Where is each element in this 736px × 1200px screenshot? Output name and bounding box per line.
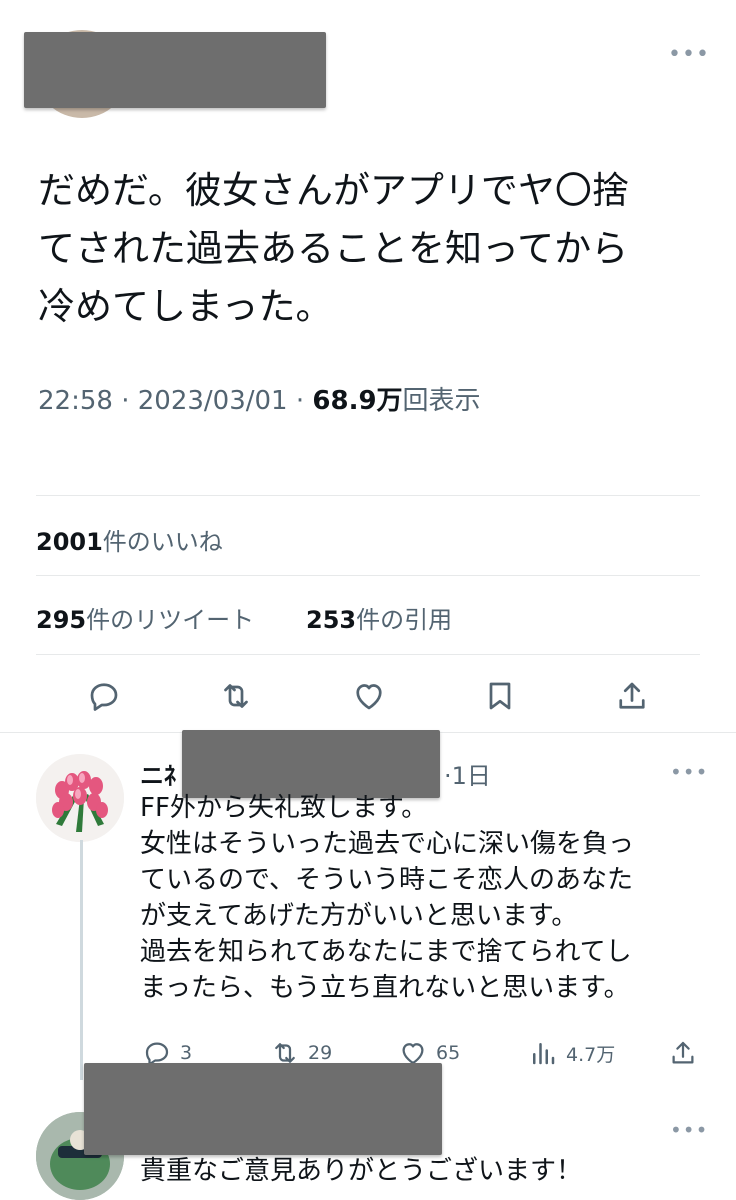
reply-text-line: まったら、もう立ち直れないと思います。 bbox=[140, 973, 630, 1003]
next-reply-text: 貴重なご意見ありがとうございます！ bbox=[140, 1156, 583, 1186]
reply-share-button[interactable] bbox=[668, 1038, 698, 1068]
like-icon[interactable] bbox=[351, 678, 387, 714]
analytics-icon bbox=[533, 1043, 555, 1065]
bookmark-icon[interactable] bbox=[482, 678, 518, 714]
quotes-label: 件の引用 bbox=[356, 606, 453, 634]
divider bbox=[36, 575, 700, 576]
tweet-text-line: だめだ。彼女さんがアプリでヤ〇捨 bbox=[38, 169, 629, 212]
tweet-date[interactable]: 2023/03/01 bbox=[138, 386, 288, 416]
reply-text-line: が支えてあげた方がいいと思います。 bbox=[140, 901, 578, 931]
more-options-icon[interactable]: ••• bbox=[668, 44, 710, 66]
reply-text-line: 過去を知られてあなたにまで捨てられてし bbox=[140, 937, 632, 967]
views-count: 68.9万 bbox=[312, 386, 403, 416]
retweets-label: 件のリツイート bbox=[86, 606, 255, 634]
retweets-count: 295 bbox=[36, 606, 87, 634]
quotes-count: 253 bbox=[306, 606, 357, 634]
reply-views-count: 4.7万 bbox=[566, 1043, 616, 1066]
reply-text: FF外から失礼致します。 女性はそういった過去で心に深い傷を負っ ているので、そ… bbox=[140, 790, 710, 1006]
likes-label: 件のいいね bbox=[102, 528, 223, 556]
share-icon bbox=[672, 1041, 694, 1064]
views-label: 回表示 bbox=[402, 386, 481, 416]
share-icon[interactable] bbox=[614, 678, 650, 714]
tweet-text-line: 冷めてしまった。 bbox=[38, 285, 333, 328]
reply-time[interactable]: ·1日 bbox=[444, 756, 491, 791]
reply-icon[interactable] bbox=[86, 678, 122, 714]
redacted-next-reply-author bbox=[84, 1063, 442, 1155]
reply-text-line: FF外から失礼致します。 bbox=[140, 793, 428, 823]
reply-more-options-icon[interactable]: ••• bbox=[670, 762, 708, 782]
tweet-text-line: てされた過去あることを知ってから bbox=[38, 227, 629, 270]
reply-likes-count: 65 bbox=[436, 1042, 461, 1064]
reply-analytics-button[interactable]: 4.7万 bbox=[528, 1038, 615, 1068]
reply-replies-count: 3 bbox=[180, 1042, 193, 1064]
tweet-text: だめだ。彼女さんがアプリでヤ〇捨 てされた過去あることを知ってから 冷めてしまっ… bbox=[38, 162, 698, 336]
reply-avatar[interactable] bbox=[36, 754, 124, 842]
likes-count: 2001 bbox=[36, 528, 103, 556]
reply-text-line: ているので、そういう時こそ恋人のあなた bbox=[140, 865, 633, 895]
next-reply-more-options-icon[interactable]: ••• bbox=[670, 1120, 708, 1140]
redacted-author-name bbox=[24, 32, 326, 108]
reply-text-line: 女性はそういった過去で心に深い傷を負っ bbox=[140, 829, 635, 859]
tweet-meta: 22:58 · 2023/03/01 · 68.9万回表示 bbox=[38, 380, 481, 417]
meta-separator: · bbox=[121, 386, 138, 416]
reply-author-name[interactable]: ニﾈ bbox=[140, 756, 176, 791]
tweet-time[interactable]: 22:58 bbox=[38, 386, 113, 416]
thread-line bbox=[80, 840, 83, 1080]
retweet-icon[interactable] bbox=[218, 678, 254, 714]
meta-separator: · bbox=[295, 386, 313, 416]
quotes-stat[interactable]: 253件の引用 bbox=[306, 600, 452, 635]
reply-retweets-count: 29 bbox=[308, 1042, 333, 1064]
divider bbox=[36, 495, 700, 496]
retweets-stat[interactable]: 295件のリツイート bbox=[36, 600, 254, 635]
redacted-reply-author bbox=[182, 730, 440, 798]
divider bbox=[36, 654, 700, 655]
likes-stat[interactable]: 2001件のいいね bbox=[36, 522, 223, 557]
